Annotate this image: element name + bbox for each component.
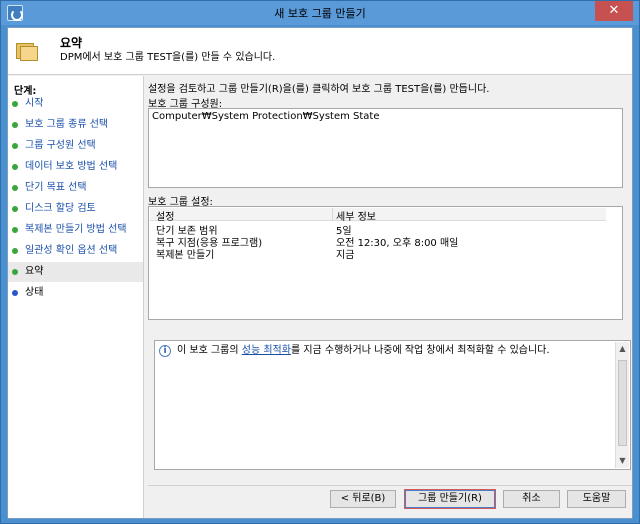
- column-header-detail[interactable]: 세부 정보: [336, 208, 376, 223]
- steps-sidebar: 단계: 시작 보호 그룹 종류 선택 그룹 구성원 선택 데이터 보호 방법 선…: [8, 76, 144, 518]
- column-header-setting[interactable]: 설정: [156, 208, 174, 223]
- step-status-icon: [12, 164, 18, 170]
- create-group-button[interactable]: 그룹 만들기(R): [405, 490, 495, 508]
- step-status-icon: [12, 185, 18, 191]
- instruction-text: 설정을 검토하고 그룹 만들기(R)을(를) 클릭하여 보호 그룹 TEST을(…: [148, 84, 490, 95]
- step-status-icon: [12, 143, 18, 149]
- wizard-header: 요약 DPM에서 보호 그룹 TEST을(를) 만들 수 있습니다.: [8, 28, 632, 75]
- step-review-disk-allocation[interactable]: 디스크 할당 검토: [8, 199, 143, 219]
- info-text-after: 를 지금 수행하거나 나중에 작업 창에서 최적화할 수 있습니다.: [290, 345, 550, 356]
- title-bar[interactable]: 새 보호 그룹 만들기 ✕: [1, 1, 639, 25]
- step-label: 요약: [25, 266, 44, 277]
- step-label: 일관성 확인 옵션 선택: [25, 245, 118, 256]
- table-row[interactable]: 단기 보존 범위 5일: [150, 222, 606, 237]
- step-status-icon: [12, 248, 18, 254]
- help-button[interactable]: 도움말: [567, 490, 626, 508]
- members-list[interactable]: Computer₩System Protection₩System State: [148, 108, 623, 188]
- step-label: 그룹 구성원 선택: [25, 140, 96, 151]
- step-summary[interactable]: 요약: [8, 262, 143, 282]
- info-panel: i 이 보호 그룹의 성능 최적화를 지금 수행하거나 나중에 작업 창에서 최…: [154, 340, 631, 470]
- main-panel: 설정을 검토하고 그룹 만들기(R)을(를) 클릭하여 보호 그룹 TEST을(…: [148, 76, 632, 518]
- step-label: 시작: [25, 98, 44, 109]
- step-label: 보호 그룹 종류 선택: [25, 119, 109, 130]
- member-item[interactable]: Computer₩System Protection₩System State: [152, 111, 619, 122]
- step-label: 디스크 할당 검토: [25, 203, 96, 214]
- step-label: 복제본 만들기 방법 선택: [25, 224, 127, 235]
- step-status[interactable]: 상태: [8, 283, 143, 303]
- scrollbar-thumb[interactable]: [618, 360, 627, 446]
- step-consistency-check[interactable]: 일관성 확인 옵션 선택: [8, 241, 143, 261]
- info-icon: i: [159, 345, 171, 357]
- button-row-divider: [148, 485, 632, 486]
- wizard-client-area: 요약 DPM에서 보호 그룹 TEST을(를) 만들 수 있습니다. 단계: 시…: [7, 27, 633, 519]
- wizard-window: 새 보호 그룹 만들기 ✕ 요약 DPM에서 보호 그룹 TEST을(를) 만들…: [0, 0, 640, 524]
- info-scrollbar[interactable]: ▲ ▼: [615, 342, 629, 468]
- close-button[interactable]: ✕: [595, 1, 633, 21]
- scroll-up-arrow-icon[interactable]: ▲: [616, 342, 629, 356]
- performance-optimization-link[interactable]: 성능 최적화: [242, 345, 291, 356]
- back-button[interactable]: < 뒤로(B): [330, 490, 396, 508]
- scroll-down-arrow-icon[interactable]: ▼: [616, 454, 629, 468]
- step-pending-icon: [12, 290, 18, 296]
- step-select-members[interactable]: 그룹 구성원 선택: [8, 136, 143, 156]
- settings-table[interactable]: 설정 세부 정보 단기 보존 범위 5일 복구 지점(응용 프로그램) 오전 1…: [148, 206, 623, 320]
- step-start[interactable]: 시작: [8, 94, 143, 114]
- step-short-term-goals[interactable]: 단기 목표 선택: [8, 178, 143, 198]
- step-status-icon: [12, 206, 18, 212]
- step-status-icon: [12, 227, 18, 233]
- page-subtitle: DPM에서 보호 그룹 TEST을(를) 만들 수 있습니다.: [60, 52, 276, 63]
- step-label: 단기 목표 선택: [25, 182, 87, 193]
- step-label: 상태: [25, 287, 44, 298]
- cancel-button[interactable]: 취소: [503, 490, 560, 508]
- step-replica-method[interactable]: 복제본 만들기 방법 선택: [8, 220, 143, 240]
- info-message: 이 보호 그룹의 성능 최적화를 지금 수행하거나 나중에 작업 창에서 최적화…: [177, 345, 595, 357]
- table-row[interactable]: 복구 지점(응용 프로그램) 오전 12:30, 오후 8:00 매일: [150, 234, 606, 249]
- step-select-group-type[interactable]: 보호 그룹 종류 선택: [8, 115, 143, 135]
- folder-icon: [16, 41, 38, 61]
- step-status-icon: [12, 122, 18, 128]
- step-status-icon: [12, 269, 18, 275]
- setting-cell: 복제본 만들기: [156, 250, 215, 261]
- settings-table-header: 설정 세부 정보: [150, 208, 606, 223]
- step-status-icon: [12, 101, 18, 107]
- info-text-before: 이 보호 그룹의: [177, 345, 242, 356]
- table-row[interactable]: 복제본 만들기 지금: [150, 246, 606, 261]
- step-label: 데이터 보호 방법 선택: [25, 161, 118, 172]
- window-title: 새 보호 그룹 만들기: [274, 7, 366, 20]
- detail-cell: 지금: [336, 250, 355, 261]
- step-select-protection-method[interactable]: 데이터 보호 방법 선택: [8, 157, 143, 177]
